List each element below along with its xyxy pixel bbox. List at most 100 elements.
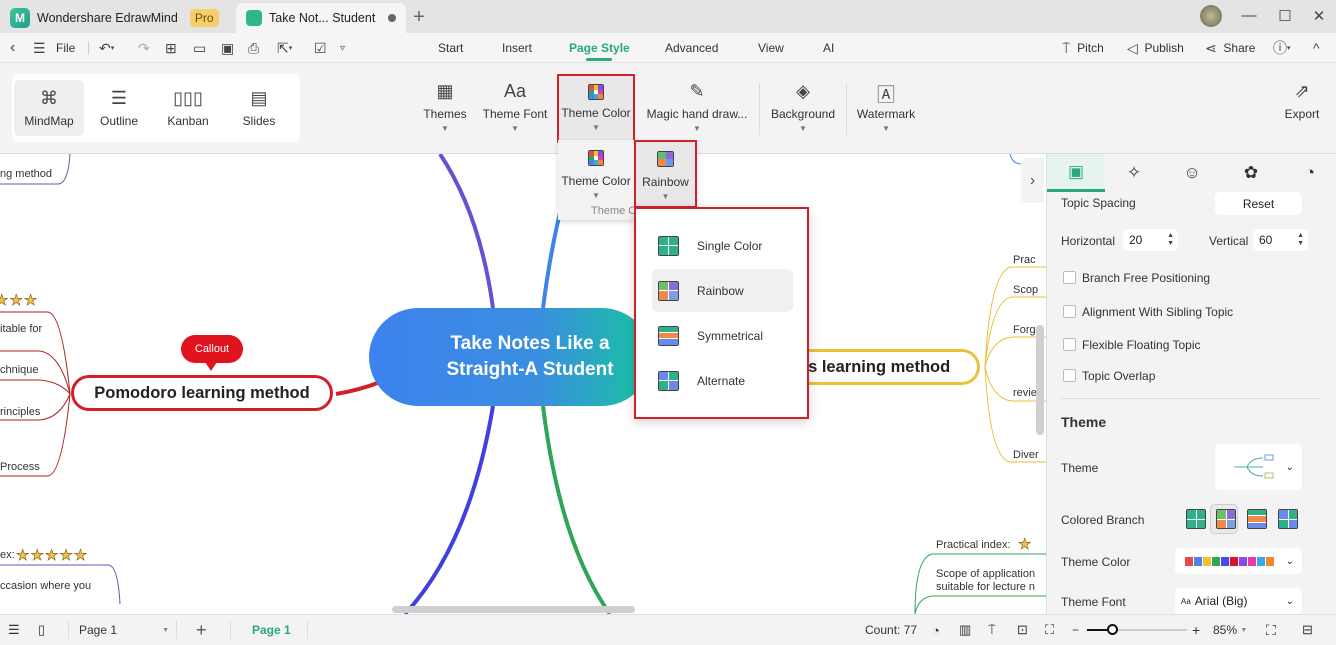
magic-hand-drawn-button[interactable]: ✎ Magic hand draw... ▼	[645, 81, 749, 143]
share-button[interactable]: ⋖ Share	[1205, 33, 1255, 63]
subtopic[interactable]: Practical index:	[936, 539, 1011, 551]
tab-icons[interactable]: ☺	[1163, 154, 1221, 192]
subtopic[interactable]: Process	[0, 461, 40, 473]
maximize-button[interactable]: ☐	[1275, 7, 1295, 27]
back-icon[interactable]: ‹	[10, 33, 15, 63]
tab-view[interactable]: View	[758, 33, 784, 63]
spin-arrows-icon[interactable]: ▲ ▼	[1297, 232, 1304, 248]
undo-icon[interactable]: ↶ ▾	[99, 33, 114, 63]
subtopic[interactable]: Prac	[1013, 254, 1036, 266]
callout-bubble[interactable]: Callout	[181, 335, 243, 371]
redo-icon[interactable]: ↷	[138, 33, 150, 63]
horizontal-scrollbar[interactable]	[392, 606, 635, 613]
unsaved-dot-icon[interactable]	[388, 14, 396, 22]
rainbow-button[interactable]: Rainbow ▼	[634, 140, 697, 208]
zoom-in-button[interactable]: +	[1192, 615, 1200, 645]
add-page-button[interactable]: +	[196, 615, 207, 645]
tab-theme[interactable]: ✿	[1222, 154, 1280, 192]
tab-page-style[interactable]: Page Style	[569, 33, 630, 63]
publish-button[interactable]: ◁ Publish	[1127, 33, 1184, 63]
subtopic[interactable]: chnique	[0, 364, 39, 376]
zoom-out-button[interactable]: −	[1072, 615, 1079, 645]
page-select[interactable]: Page 1 ▼	[79, 615, 169, 645]
theme-font-select[interactable]: Aa Arial (Big) ⌄	[1175, 588, 1302, 614]
tab-ai[interactable]: AI	[823, 33, 834, 63]
subtopic[interactable]: ex:	[0, 549, 15, 561]
topic-overlap-checkbox[interactable]	[1063, 369, 1076, 382]
tab-advanced[interactable]: Advanced	[665, 33, 718, 63]
alignment-sibling-checkbox[interactable]	[1063, 305, 1076, 318]
zoom-slider-track[interactable]	[1087, 624, 1187, 635]
view-kanban[interactable]: ▯▯▯ Kanban	[153, 80, 223, 136]
menu-item-symmetrical[interactable]: Symmetrical	[652, 314, 793, 357]
theme-color-button[interactable]: Theme Color ▼	[557, 74, 635, 143]
save-icon[interactable]: ▣	[221, 33, 234, 63]
subtopic[interactable]: ng method	[0, 168, 52, 180]
help-icon[interactable]: ⓘ ▾	[1273, 33, 1291, 63]
theme-font-button[interactable]: Aa Theme Font ▼	[482, 81, 548, 143]
theme-color-subbutton[interactable]: Theme Color ▼	[561, 150, 631, 212]
theme-color-select[interactable]: ⌄	[1175, 548, 1302, 574]
pro-badge[interactable]: Pro	[189, 9, 219, 27]
collapse-ribbon-icon[interactable]: ^	[1313, 33, 1320, 63]
subtopic[interactable]: Forg	[1013, 324, 1036, 336]
subtopic[interactable]: ccasion where you	[0, 580, 91, 592]
mindmap-canvas[interactable]: Take Notes Like a Straight-A Student Pom…	[0, 154, 1046, 614]
fullscreen-fit-icon[interactable]: ⛶	[1045, 615, 1054, 645]
app-tab[interactable]: M Wondershare EdrawMind Pro	[0, 3, 229, 33]
tab-layout[interactable]: ▣	[1047, 154, 1105, 192]
themes-button[interactable]: ▦ Themes ▼	[423, 81, 467, 143]
file-menu[interactable]: File	[56, 33, 75, 63]
subtopic[interactable]: Diver	[1013, 449, 1039, 461]
view-slides[interactable]: ▤ Slides	[224, 80, 294, 136]
pitch-button[interactable]: ⍑ Pitch	[1062, 33, 1104, 63]
page-panel-icon[interactable]: ▯	[38, 615, 45, 645]
new-icon[interactable]: ⊞	[165, 33, 177, 63]
export-icon[interactable]: ⇱ ▾	[277, 33, 292, 63]
spin-arrows-icon[interactable]: ▲ ▼	[1167, 232, 1174, 248]
menu-item-single-color[interactable]: Single Color	[652, 224, 793, 267]
tab-insert[interactable]: Insert	[502, 33, 532, 63]
more-dropdown-icon[interactable]: ▿	[340, 33, 345, 63]
horizontal-spinbox[interactable]: 20 ▲ ▼	[1123, 229, 1178, 251]
tab-start[interactable]: Start	[438, 33, 463, 63]
topic-right-learning-method[interactable]: us learning method	[780, 349, 980, 385]
reset-button[interactable]: Reset	[1215, 192, 1302, 215]
presentation-icon[interactable]: ⍑	[988, 615, 996, 645]
theme-toggle-icon[interactable]: ◔	[932, 615, 940, 645]
subtopic[interactable]: Scop	[1013, 284, 1038, 296]
background-button[interactable]: ◈ Background ▼	[770, 81, 836, 143]
user-avatar[interactable]	[1200, 5, 1222, 27]
subtopic[interactable]: Scope of application	[936, 568, 1035, 580]
outline-view-icon[interactable]: ☰	[8, 615, 20, 645]
hamburger-menu-icon[interactable]: ☰	[33, 33, 46, 63]
close-window-button[interactable]: ✕	[1309, 7, 1329, 27]
minimize-button[interactable]: —	[1239, 7, 1259, 27]
collapse-panel-button[interactable]: ›	[1021, 158, 1044, 203]
tab-ai-style[interactable]: ✧	[1105, 154, 1163, 192]
open-folder-icon[interactable]: ▭	[193, 33, 206, 63]
vertical-spinbox[interactable]: 60 ▲ ▼	[1253, 229, 1308, 251]
vertical-scrollbar[interactable]	[1036, 325, 1044, 435]
fit-page-icon[interactable]: ⊡	[1017, 615, 1028, 645]
export-button[interactable]: ⇗ Export	[1283, 81, 1321, 143]
document-tab[interactable]: Take Not... Student	[236, 3, 406, 33]
topic-pomodoro[interactable]: Pomodoro learning method	[71, 375, 333, 411]
zoom-slider-handle[interactable]	[1107, 624, 1118, 635]
central-topic[interactable]: Take Notes Like a Straight-A Student	[369, 308, 651, 406]
branch-rainbow-option[interactable]	[1216, 509, 1236, 529]
tab-history[interactable]: ◔	[1281, 154, 1336, 192]
branch-single-color-option[interactable]	[1186, 509, 1206, 529]
watermark-button[interactable]: 🄰 Watermark ▼	[857, 81, 915, 143]
fit-width-icon[interactable]: ⊟	[1302, 615, 1313, 645]
theme-select[interactable]: ⌄	[1215, 444, 1302, 490]
fullscreen-icon[interactable]: ⛶	[1266, 615, 1276, 645]
checkin-icon[interactable]: ☑	[314, 33, 327, 63]
branch-free-positioning-checkbox[interactable]	[1063, 271, 1076, 284]
subtopic[interactable]: itable for	[0, 323, 42, 335]
menu-item-rainbow[interactable]: Rainbow	[652, 269, 793, 312]
page-tab[interactable]: Page 1	[252, 615, 291, 645]
branch-symmetrical-option[interactable]	[1247, 509, 1267, 529]
subtopic[interactable]: revie	[1013, 387, 1037, 399]
subtopic[interactable]: suitable for lecture n	[936, 581, 1035, 593]
